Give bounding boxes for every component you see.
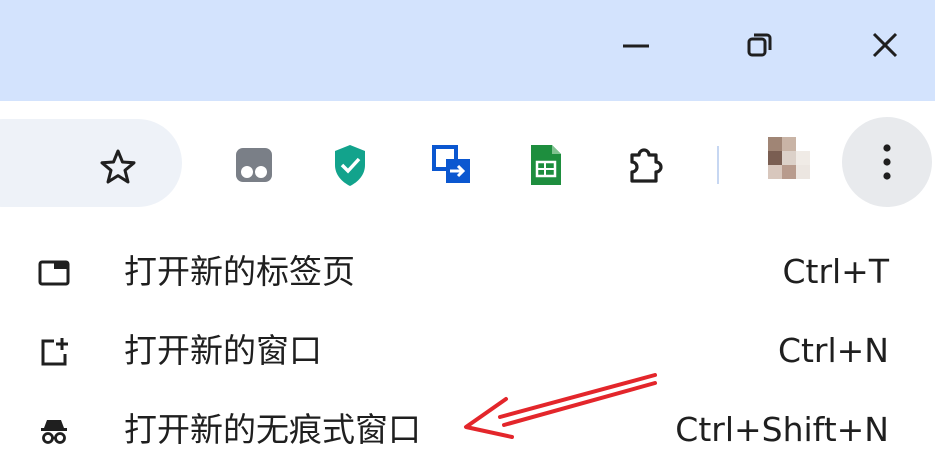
- title-bar: [0, 0, 935, 101]
- bookmark-star-icon: [100, 149, 136, 184]
- menu-item-shortcut: Ctrl+Shift+N: [675, 410, 889, 449]
- minimize-button[interactable]: [596, 10, 676, 80]
- close-icon: [872, 32, 898, 58]
- menu-item-shortcut: Ctrl+N: [777, 331, 889, 370]
- restore-icon: [747, 33, 772, 57]
- restore-button[interactable]: [720, 10, 800, 80]
- transfer-extension-icon: [432, 145, 470, 183]
- bookmark-star-button[interactable]: [92, 141, 144, 193]
- close-button[interactable]: [845, 10, 925, 80]
- annotation-arrow: [464, 373, 657, 439]
- more-menu-icon: [883, 144, 891, 180]
- menu-item-shortcut: Ctrl+T: [782, 252, 889, 291]
- tab-extension-icon: [236, 148, 272, 182]
- shield-extension-button[interactable]: [324, 137, 376, 193]
- sheets-extension-icon: [531, 145, 561, 185]
- new-window-icon: [38, 336, 70, 368]
- menu-item-label: 打开新的无痕式窗口: [124, 410, 421, 449]
- shield-extension-icon: [335, 145, 365, 186]
- menu-item-new-tab[interactable]: 打开新的标签页 Ctrl+T: [0, 233, 935, 311]
- menu-item-label: 打开新的标签页: [124, 252, 355, 291]
- sheets-extension-button[interactable]: [520, 137, 572, 193]
- transfer-extension-button[interactable]: [426, 137, 478, 193]
- incognito-icon: [38, 415, 70, 447]
- more-menu-button[interactable]: [842, 117, 932, 207]
- minimize-icon: [623, 44, 649, 48]
- profile-avatar[interactable]: [764, 131, 826, 193]
- extensions-button[interactable]: [620, 139, 672, 191]
- toolbar-separator: [717, 146, 719, 184]
- tab-extension-button[interactable]: [228, 139, 280, 191]
- new-tab-icon: [38, 257, 70, 289]
- profile-avatar-image: [768, 137, 810, 179]
- address-bar[interactable]: [0, 119, 182, 207]
- menu-item-label: 打开新的窗口: [124, 331, 322, 370]
- extensions-puzzle-icon: [630, 148, 663, 183]
- toolbar: [0, 101, 935, 211]
